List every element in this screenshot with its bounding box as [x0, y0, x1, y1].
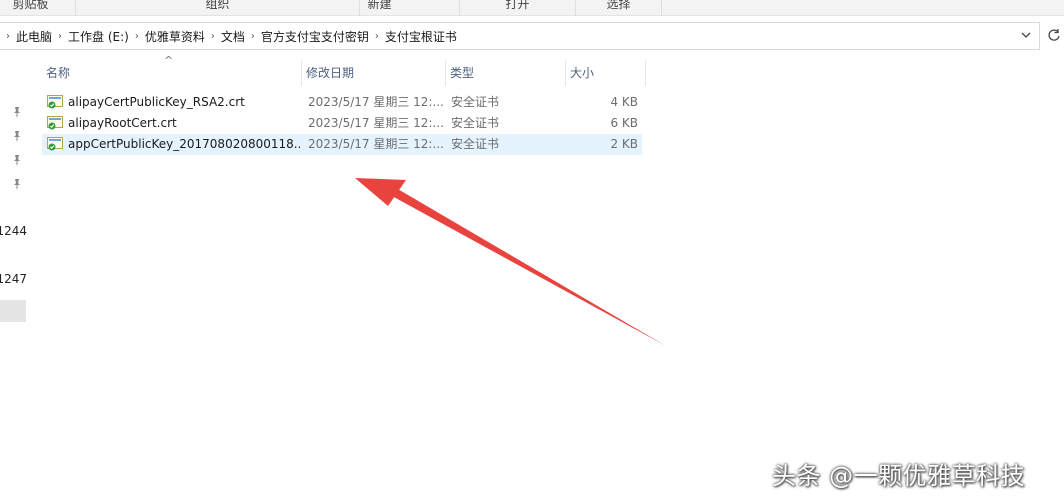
- chevron-right-icon[interactable]: ›: [0, 31, 16, 42]
- chevron-right-icon[interactable]: ›: [205, 31, 221, 42]
- arrow-shaft: [392, 188, 666, 346]
- certificate-file-icon: [47, 95, 63, 110]
- file-size: 6 KB: [610, 116, 638, 130]
- refresh-icon[interactable]: [1046, 28, 1062, 44]
- file-row-selected[interactable]: appCertPublicKey_201708020800118... 2023…: [42, 134, 642, 155]
- breadcrumb-drive-e[interactable]: 工作盘 (E:): [68, 28, 129, 45]
- ribbon-group-select: 选择: [576, 0, 662, 16]
- file-list: alipayCertPublicKey_RSA2.crt 2023/5/17 星…: [42, 92, 642, 155]
- chevron-right-icon[interactable]: ›: [245, 31, 261, 42]
- ribbon-group-labels: 剪贴板 组织 新建 打开 选择: [0, 0, 1064, 16]
- address-bar[interactable]: › 此电脑 › 工作盘 (E:) › 优雅草资料 › 文档 › 官方支付宝支付密…: [0, 22, 1040, 50]
- file-date: 2023/5/17 星期三 12:...: [308, 137, 444, 151]
- file-type: 安全证书: [451, 116, 500, 130]
- ribbon-group-new: 新建: [300, 0, 460, 16]
- breadcrumb-youyacao-materials[interactable]: 优雅草资料: [145, 28, 205, 45]
- chevron-down-icon[interactable]: [1019, 29, 1033, 43]
- pin-icon[interactable]: [11, 106, 23, 118]
- file-explorer-window: 剪贴板 组织 新建 打开 选择 › 此电脑 › 工作盘 (E:) › 优雅草资料…: [0, 0, 1064, 504]
- nav-item-selected-highlight[interactable]: [0, 300, 26, 322]
- file-date: 2023/5/17 星期三 12:...: [308, 116, 444, 130]
- ribbon-group-open: 打开: [460, 0, 576, 16]
- file-name: alipayRootCert.crt: [68, 116, 177, 130]
- pin-icon[interactable]: [11, 154, 23, 166]
- nav-item-fragment[interactable]: 71247: [0, 272, 27, 286]
- column-header-date[interactable]: 修改日期: [302, 60, 446, 86]
- breadcrumb-alipay-root-cert[interactable]: 支付宝根证书: [385, 28, 457, 45]
- chevron-right-icon[interactable]: ›: [52, 31, 68, 42]
- chevron-right-icon[interactable]: ›: [129, 31, 145, 42]
- breadcrumb-this-pc[interactable]: 此电脑: [16, 28, 52, 45]
- breadcrumb-documents[interactable]: 文档: [221, 28, 245, 45]
- column-header-size[interactable]: 大小: [566, 60, 646, 86]
- ribbon-group-clipboard: 剪贴板: [0, 0, 76, 16]
- file-row[interactable]: alipayRootCert.crt 2023/5/17 星期三 12:... …: [42, 113, 642, 134]
- column-header-name[interactable]: 名称: [42, 60, 302, 86]
- watermark: 头条 @一颗优雅草科技: [772, 462, 1026, 490]
- breadcrumb: › 此电脑 › 工作盘 (E:) › 优雅草资料 › 文档 › 官方支付宝支付密…: [0, 23, 457, 49]
- file-name: appCertPublicKey_201708020800118...: [68, 137, 300, 151]
- chevron-right-icon[interactable]: ›: [369, 31, 385, 42]
- navigation-pane: 71244 71247: [0, 52, 28, 504]
- file-row[interactable]: alipayCertPublicKey_RSA2.crt 2023/5/17 星…: [42, 92, 642, 113]
- nav-item-fragment[interactable]: 71244: [0, 224, 27, 238]
- file-name: alipayCertPublicKey_RSA2.crt: [68, 95, 245, 109]
- certificate-file-icon: [47, 137, 63, 152]
- file-size: 2 KB: [610, 137, 638, 151]
- arrow-head: [355, 178, 406, 206]
- file-type: 安全证书: [451, 137, 500, 151]
- pin-icon[interactable]: [11, 178, 23, 190]
- column-header-type[interactable]: 类型: [446, 60, 566, 86]
- file-type: 安全证书: [451, 95, 500, 109]
- file-size: 4 KB: [610, 95, 638, 109]
- file-date: 2023/5/17 星期三 12:...: [308, 95, 444, 109]
- pin-icon[interactable]: [11, 130, 23, 142]
- breadcrumb-alipay-keys[interactable]: 官方支付宝支付密钥: [261, 28, 369, 45]
- certificate-file-icon: [47, 116, 63, 131]
